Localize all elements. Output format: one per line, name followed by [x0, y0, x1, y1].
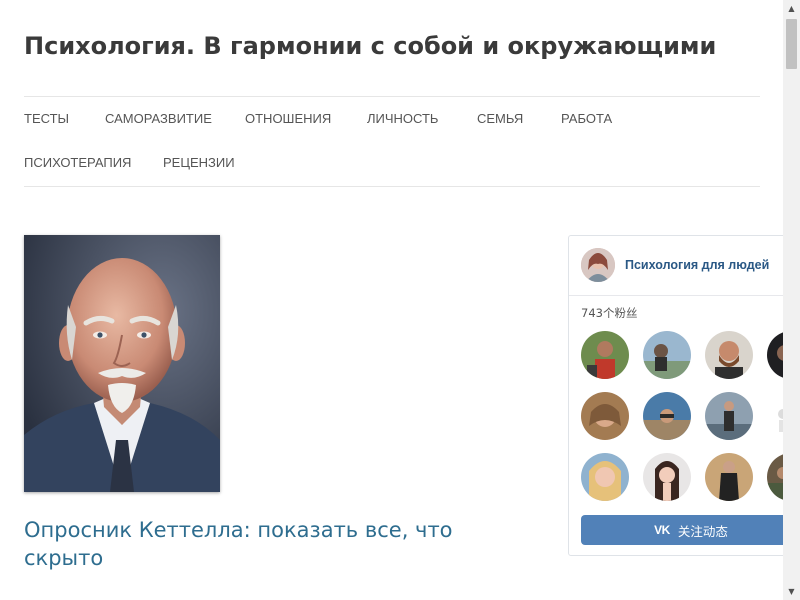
scroll-up-arrow-icon[interactable]: ▲ [783, 0, 800, 17]
followers-count: 743个粉丝 [581, 306, 638, 320]
member-photo [643, 392, 691, 440]
member-photo [581, 331, 629, 379]
vk-follow-button[interactable]: VK 关注动态 [581, 515, 783, 545]
member-avatar[interactable] [581, 331, 629, 379]
member-avatar[interactable] [581, 453, 629, 501]
page: Психология. В гармонии с собой и окружаю… [0, 0, 783, 600]
member-avatar[interactable] [705, 392, 753, 440]
nav-item-personality[interactable]: ЛИЧНОСТЬ [367, 111, 438, 126]
nav-top-divider [24, 96, 760, 97]
member-avatar[interactable] [705, 331, 753, 379]
member-avatar[interactable] [767, 392, 783, 440]
portrait-illustration [24, 235, 220, 492]
scroll-thumb[interactable] [786, 19, 797, 69]
group-avatar[interactable] [581, 248, 615, 282]
nav-item-self-development[interactable]: САМОРАЗВИТИЕ [105, 111, 212, 126]
widget-divider [569, 295, 783, 296]
site-title[interactable]: Психология. В гармонии с собой и окружаю… [24, 32, 716, 60]
vk-logo-icon: VK [654, 523, 670, 537]
nav-item-relationships[interactable]: ОТНОШЕНИЯ [245, 111, 331, 126]
nav-item-tests[interactable]: ТЕСТЫ [24, 111, 69, 126]
member-avatar[interactable] [767, 331, 783, 379]
member-avatar[interactable] [643, 453, 691, 501]
nav-item-work[interactable]: РАБОТА [561, 111, 612, 126]
nav-item-psychotherapy[interactable]: ПСИХОТЕРАПИЯ [24, 155, 131, 170]
member-photo [643, 453, 691, 501]
member-photo [643, 331, 691, 379]
member-avatar[interactable] [767, 453, 783, 501]
member-photo [705, 453, 753, 501]
group-name-link[interactable]: Психология для людей [625, 258, 769, 272]
nav-item-family[interactable]: СЕМЬЯ [477, 111, 523, 126]
vertical-scrollbar[interactable]: ▲ ▼ [783, 0, 800, 600]
member-photo [705, 331, 753, 379]
post-thumbnail[interactable] [24, 235, 220, 492]
post-title-link[interactable]: Опросник Кеттелла: показать все, что скр… [24, 516, 484, 572]
scroll-down-arrow-icon[interactable]: ▼ [783, 583, 800, 600]
member-photo [767, 331, 783, 379]
member-avatar[interactable] [581, 392, 629, 440]
nav-item-reviews[interactable]: РЕЦЕНЗИИ [163, 155, 235, 170]
follow-button-label: 关注动态 [677, 523, 728, 539]
member-photo [581, 453, 629, 501]
member-photo [767, 453, 783, 501]
member-avatar[interactable] [643, 392, 691, 440]
member-avatar[interactable] [705, 453, 753, 501]
member-photo [581, 392, 629, 440]
nav-bottom-divider [24, 186, 760, 187]
vk-community-widget: Психология для людей 743个粉丝 VK 关注动态 [568, 235, 783, 556]
group-avatar-image [581, 248, 615, 282]
member-photo [767, 392, 783, 440]
member-avatar[interactable] [643, 331, 691, 379]
member-photo [705, 392, 753, 440]
